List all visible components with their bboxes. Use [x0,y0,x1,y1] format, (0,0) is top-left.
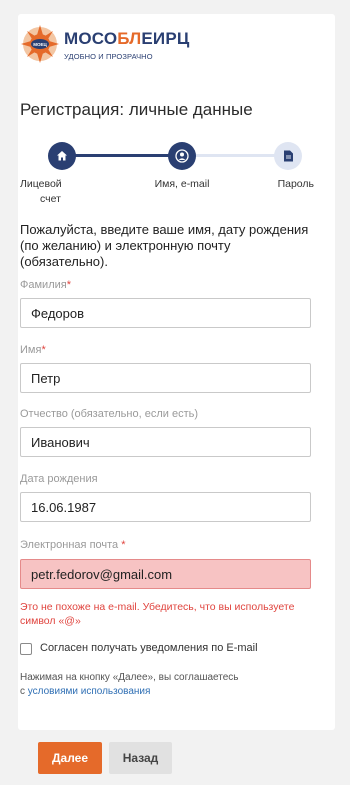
middle-name-label: Отчество (обязательно, если есть) [20,408,198,420]
logo-badge-text: МОЕЦ [33,42,47,47]
user-icon [175,149,189,163]
intro-text: Пожалуйста, введите ваше имя, дату рожде… [20,222,309,269]
first-name-input[interactable] [20,363,311,393]
back-button[interactable]: Назад [109,742,172,774]
step-account[interactable] [48,142,76,170]
terms-text: Нажимая на кнопку «Далее», вы соглашаете… [20,672,239,697]
step-label-password: Пароль [277,178,314,190]
notify-checkbox[interactable] [20,643,32,655]
email-error-message: Это не похоже на e-mail. Убедитесь, что … [20,601,295,627]
brand-tagline: УДОБНО И ПРОЗРАЧНО [64,52,153,61]
step-password [274,142,302,170]
terms-link[interactable]: условиями использования [28,686,151,697]
first-name-label: Имя* [20,344,46,356]
birth-date-input[interactable] [20,492,311,522]
document-icon [283,150,293,162]
page-title: Регистрация: личные данные [20,100,253,119]
last-name-label: Фамилия* [20,279,71,291]
notify-checkbox-label[interactable]: Согласен получать уведомления по E-mail [40,642,258,654]
home-icon [57,151,67,161]
birth-date-label: Дата рождения [20,473,98,485]
email-input[interactable] [20,559,311,589]
last-name-input[interactable] [20,298,311,328]
email-label: Электронная почта * [20,539,126,551]
middle-name-input[interactable] [20,427,311,457]
step-label-account: Лицевой [20,178,62,190]
step-label-account-line2: счет [40,193,61,205]
brand-name: МОСОБЛЕИРЦ [64,29,190,48]
step-name-email[interactable] [168,142,196,170]
step-label-name-email: Имя, e-mail [154,178,210,190]
stepper-remaining-line [182,154,287,157]
stepper-progress-line [62,154,182,157]
next-button[interactable]: Далее [38,742,102,774]
